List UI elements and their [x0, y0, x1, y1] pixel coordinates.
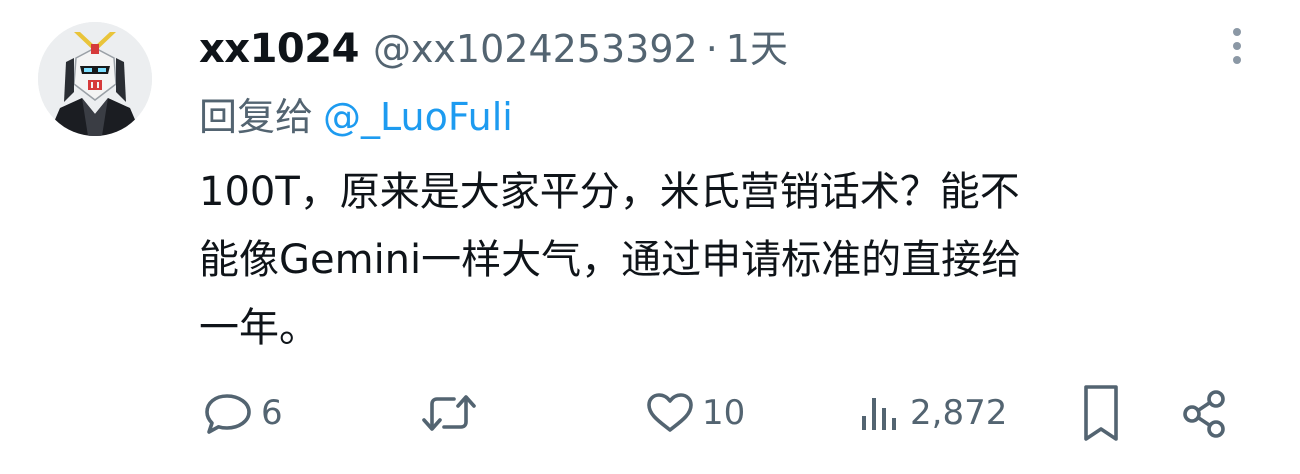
- reply-button[interactable]: 6: [203, 388, 283, 438]
- replying-to: 回复给 @_LuoFuli: [199, 86, 513, 141]
- heart-icon: [647, 393, 693, 432]
- tweet-body: 100T，原来是大家平分，米氏营销话术？能不 能像Gemini一样大气，通过申请…: [199, 158, 1229, 362]
- tweet-header: xx1024 @xx1024253392 · 1天: [199, 18, 788, 72]
- like-button[interactable]: 10: [644, 388, 745, 438]
- more-vertical-icon: [1233, 28, 1241, 64]
- reply-label: 回复给: [199, 95, 314, 139]
- display-name[interactable]: xx1024: [199, 26, 359, 72]
- reply-icon: [205, 394, 251, 434]
- reply-count: 6: [261, 393, 283, 433]
- reply-target-link[interactable]: @_LuoFuli: [323, 95, 513, 139]
- views-icon: [862, 398, 896, 430]
- repost-button[interactable]: [420, 388, 484, 438]
- bookmark-icon: [1084, 385, 1118, 441]
- share-icon: [1183, 390, 1225, 438]
- tweet-body-line: 100T，原来是大家平分，米氏营销话术？能不: [199, 169, 1020, 215]
- views-count: 2,872: [910, 393, 1008, 433]
- timestamp[interactable]: 1天: [726, 18, 788, 73]
- avatar[interactable]: [38, 22, 152, 136]
- repost-icon: [422, 395, 476, 431]
- share-button[interactable]: [1180, 388, 1230, 438]
- tweet-body-line: 能像Gemini一样大气，通过申请标准的直接给: [199, 237, 1022, 283]
- gundam-avatar-image: [38, 22, 152, 136]
- tweet-body-line: 一年。: [199, 305, 319, 351]
- separator: ·: [705, 27, 718, 71]
- user-handle[interactable]: @xx1024253392: [373, 27, 698, 71]
- bookmark-button[interactable]: [1080, 385, 1122, 441]
- views-button[interactable]: 2,872: [858, 388, 1007, 438]
- more-options-button[interactable]: [1222, 24, 1252, 68]
- like-count: 10: [702, 393, 746, 433]
